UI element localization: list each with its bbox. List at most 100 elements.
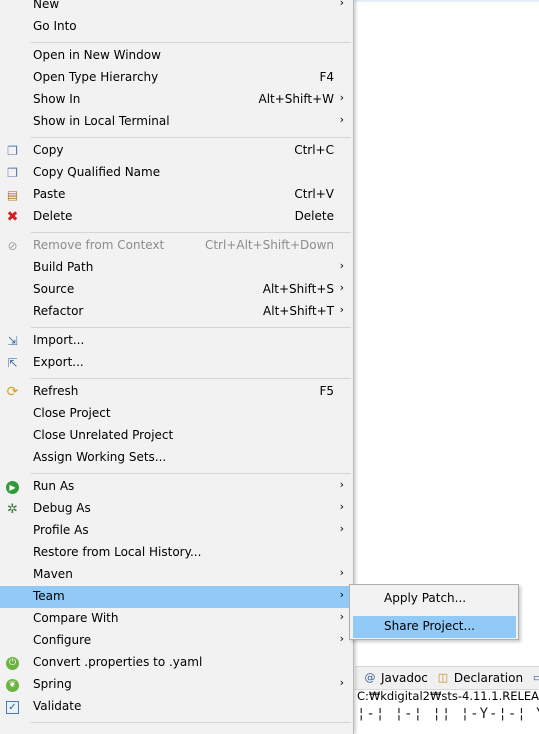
submenu-arrow-icon: ›	[339, 113, 344, 126]
bottom-view-tabs: @ Javadoc ◫ Declaration ▭	[355, 666, 539, 690]
debug-icon: ✲	[7, 502, 18, 517]
tab-console[interactable]: ▭	[531, 671, 539, 685]
tab-javadoc[interactable]: @ Javadoc	[363, 671, 428, 685]
menu-item-go-into[interactable]: Go Into	[0, 16, 353, 38]
menu-item-label: Refresh	[33, 384, 79, 398]
menu-item-build-path[interactable]: Build Path ›	[0, 257, 353, 279]
menu-item-spring[interactable]: ❦ Spring ›	[0, 674, 353, 696]
menu-item-label: Show In	[33, 92, 81, 106]
import-icon: ⇲	[7, 334, 18, 348]
menu-item-shortcut: Alt+Shift+W	[258, 92, 335, 106]
menu-item-shortcut: Ctrl+Alt+Shift+Down	[204, 238, 334, 252]
menu-item-open-type-hierarchy[interactable]: Open Type Hierarchy F4	[0, 67, 353, 89]
menu-item-restore-from-local-history[interactable]: Restore from Local History...	[0, 542, 353, 564]
submenu-arrow-icon: ›	[339, 0, 344, 9]
copy-icon: ❐	[7, 144, 18, 158]
menu-item-label: Open Type Hierarchy	[33, 70, 159, 84]
menu-item-assign-working-sets[interactable]: Assign Working Sets...	[0, 447, 353, 469]
menu-item-label: Close Unrelated Project	[33, 428, 174, 442]
menu-item-label: Remove from Context	[33, 238, 165, 252]
refresh-icon: ⟳	[6, 384, 19, 400]
export-icon: ⇱	[7, 356, 18, 370]
menu-item-configure[interactable]: Configure ›	[0, 630, 353, 652]
menu-item-validate[interactable]: ✓ Validate	[0, 696, 353, 718]
menu-item-new[interactable]: New ›	[0, 0, 353, 16]
menu-item-debug-as[interactable]: ✲ Debug As ›	[0, 498, 353, 520]
menu-separator	[31, 137, 351, 138]
menu-item-shortcut: Ctrl+C	[294, 143, 334, 157]
menu-item-profile-as[interactable]: Profile As ›	[0, 520, 353, 542]
menu-item-apply-patch[interactable]: Apply Patch...	[353, 588, 516, 610]
menu-item-share-project[interactable]: Share Project...	[353, 616, 516, 638]
menu-item-convert-properties-to-yaml[interactable]: ⏻ Convert .properties to .yaml	[0, 652, 353, 674]
menu-item-label: Maven	[33, 567, 73, 581]
submenu-arrow-icon: ›	[339, 588, 344, 601]
menu-item-import[interactable]: ⇲ Import...	[0, 330, 353, 352]
submenu-arrow-icon: ›	[339, 303, 344, 316]
menu-item-label: Assign Working Sets...	[33, 450, 167, 464]
tab-declaration[interactable]: ◫ Declaration	[436, 671, 523, 685]
menu-item-open-in-new-window[interactable]: Open in New Window	[0, 45, 353, 67]
menu-item-label: Go Into	[33, 19, 77, 33]
menu-item-label: Spring	[33, 677, 72, 691]
menu-item-shortcut: Delete	[294, 209, 334, 223]
menu-item-label: Build Path	[33, 260, 94, 274]
menu-separator	[31, 473, 351, 474]
project-context-menu: New › Go Into Open in New Window Open Ty…	[0, 0, 354, 734]
spring-icon: ❦	[5, 678, 20, 693]
submenu-arrow-icon: ›	[339, 259, 344, 272]
menu-item-delete[interactable]: ✖ Delete Delete	[0, 206, 353, 228]
menu-item-shortcut: Alt+Shift+T	[263, 304, 334, 318]
menu-separator	[31, 42, 351, 43]
run-icon: ▶	[5, 480, 20, 495]
console-icon: ▭	[531, 671, 539, 685]
submenu-arrow-icon: ›	[339, 566, 344, 579]
menu-item-export[interactable]: ⇱ Export...	[0, 352, 353, 374]
menu-item-label: Team	[33, 589, 65, 603]
menu-item-label: Validate	[33, 699, 82, 713]
menu-item-shortcut: Ctrl+V	[294, 187, 334, 201]
menu-item-run-as[interactable]: ▶ Run As ›	[0, 476, 353, 498]
menu-item-label: Convert .properties to .yaml	[33, 655, 203, 669]
copy-qualified-name-icon: ❐	[7, 166, 18, 180]
menu-item-maven[interactable]: Maven ›	[0, 564, 353, 586]
menu-item-close-unrelated-project[interactable]: Close Unrelated Project	[0, 425, 353, 447]
validate-checkbox-icon: ✓	[5, 700, 20, 715]
submenu-arrow-icon: ›	[339, 500, 344, 513]
menu-item-close-project[interactable]: Close Project	[0, 403, 353, 425]
delete-icon: ✖	[6, 209, 19, 225]
menu-item-copy[interactable]: ❐ Copy Ctrl+C	[0, 140, 353, 162]
javadoc-icon: @	[364, 671, 376, 684]
menu-item-label: Paste	[33, 187, 66, 201]
menu-item-label: Refactor	[33, 304, 84, 318]
menu-item-label: Profile As	[33, 523, 89, 537]
menu-separator	[31, 327, 351, 328]
menu-item-label: Compare With	[33, 611, 119, 625]
menu-separator	[31, 378, 351, 379]
menu-item-label: Debug As	[33, 501, 91, 515]
submenu-arrow-icon: ›	[339, 478, 344, 491]
menu-item-show-in[interactable]: Show In Alt+Shift+W ›	[0, 89, 353, 111]
menu-item-label: Export...	[33, 355, 84, 369]
menu-item-copy-qualified-name[interactable]: ❐ Copy Qualified Name	[0, 162, 353, 184]
menu-item-label: Import...	[33, 333, 85, 347]
menu-item-label: Show in Local Terminal	[33, 114, 170, 128]
editor-area	[355, 0, 539, 640]
declaration-icon: ◫	[437, 671, 449, 684]
menu-item-label: Apply Patch...	[384, 591, 467, 605]
menu-item-show-in-local-terminal[interactable]: Show in Local Terminal ›	[0, 111, 353, 133]
menu-item-source[interactable]: Source Alt+Shift+S ›	[0, 279, 353, 301]
menu-item-label: Source	[33, 282, 75, 296]
menu-item-shortcut: F5	[319, 384, 334, 398]
menu-item-label: Delete	[33, 209, 73, 223]
submenu-arrow-icon: ›	[339, 281, 344, 294]
menu-item-label: Share Project...	[384, 619, 475, 633]
menu-item-team[interactable]: Team ›	[0, 586, 353, 608]
menu-item-paste[interactable]: ▤ Paste Ctrl+V	[0, 184, 353, 206]
menu-item-label: Open in New Window	[33, 48, 161, 62]
menu-item-refactor[interactable]: Refactor Alt+Shift+T ›	[0, 301, 353, 323]
menu-item-refresh[interactable]: ⟳ Refresh F5	[0, 381, 353, 403]
menu-item-compare-with[interactable]: Compare With ›	[0, 608, 353, 630]
menu-separator	[31, 232, 351, 233]
submenu-arrow-icon: ›	[339, 522, 344, 535]
